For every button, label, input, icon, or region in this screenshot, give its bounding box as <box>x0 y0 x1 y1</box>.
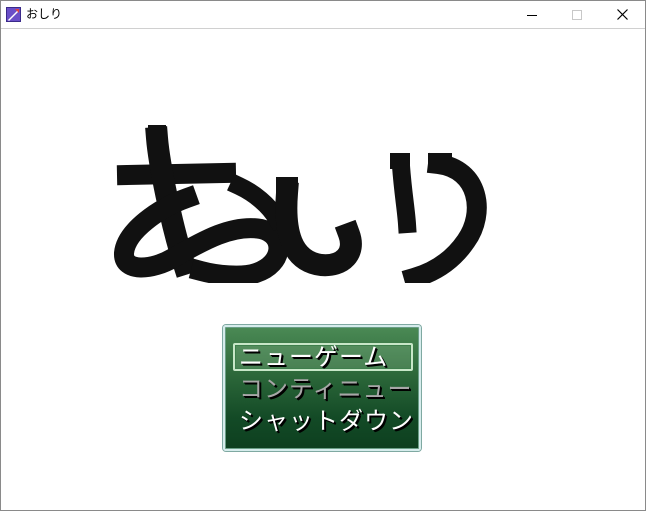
menu-item-continue[interactable]: コンティニュー <box>233 375 412 403</box>
logo-shi-stroke <box>275 181 362 277</box>
close-icon <box>616 9 628 20</box>
minimize-button[interactable] <box>509 1 555 28</box>
logo-o-stroke-3 <box>114 185 289 283</box>
window-title: おしり <box>26 7 63 21</box>
maximize-button[interactable] <box>554 1 600 28</box>
title-logo <box>114 125 487 283</box>
title-bar[interactable]: おしり <box>1 1 645 29</box>
title-command-window: ニューゲーム コンティニュー シャットダウン <box>223 325 421 451</box>
logo-o-stroke-1 <box>116 162 237 186</box>
logo-ri-stroke-1 <box>391 156 417 234</box>
menu-item-new-game[interactable]: ニューゲーム <box>233 343 409 371</box>
logo-ri-stroke-2 <box>401 152 487 283</box>
game-screen[interactable]: ニューゲーム コンティニュー シャットダウン <box>1 29 645 510</box>
close-button[interactable] <box>599 1 645 28</box>
logo-o-stroke-4 <box>227 174 290 232</box>
maximize-icon <box>572 9 582 20</box>
game-window: おしり ニューゲーム コンティニュー シャットダウン <box>0 0 646 511</box>
menu-item-shutdown[interactable]: シャットダウン <box>233 407 413 435</box>
app-icon <box>6 7 21 22</box>
minimize-icon <box>527 14 537 16</box>
